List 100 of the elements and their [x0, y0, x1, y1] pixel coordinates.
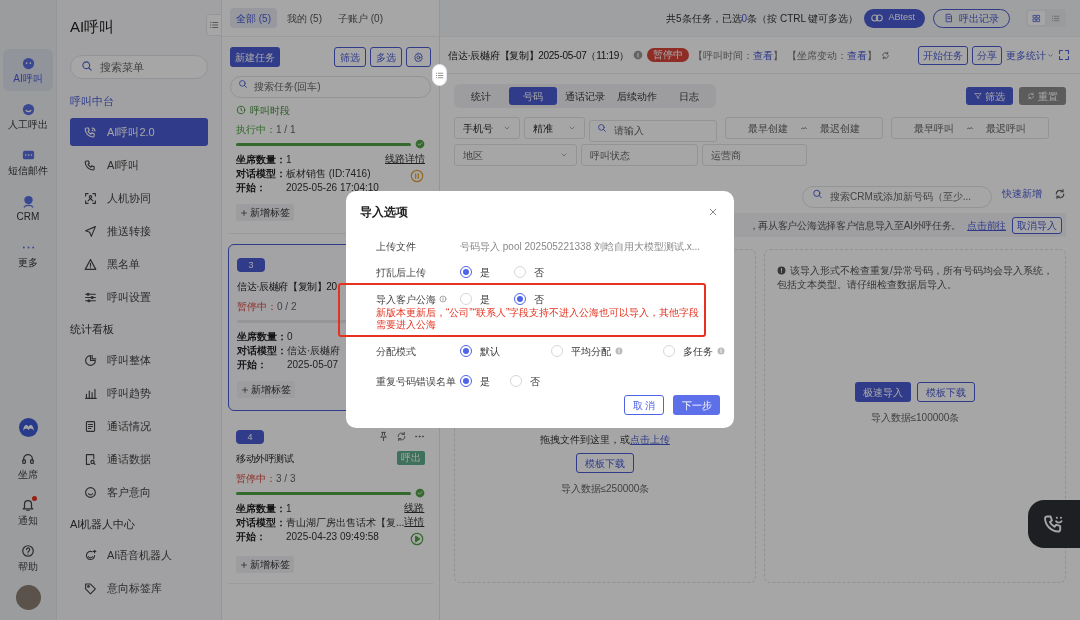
select-field[interactable]: 手机号	[454, 117, 520, 139]
upload-link[interactable]: 点击上传	[630, 434, 670, 445]
tab[interactable]: 日志	[665, 87, 713, 105]
menu-search-field[interactable]: 搜索菜单	[70, 55, 208, 79]
field-value: 信达·辰樾府	[287, 343, 341, 358]
rail-bottom-button[interactable]: 通知	[4, 491, 52, 533]
text-field[interactable]: 呼叫状态	[581, 144, 698, 166]
template-download-button[interactable]: 模板下载	[576, 453, 634, 473]
filter-tab[interactable]: 全部 (5)	[230, 8, 277, 28]
pin-icon[interactable]	[378, 431, 389, 442]
fast-import-button[interactable]: 极速导入	[855, 382, 911, 402]
field-value: 1	[286, 501, 292, 516]
radio-label[interactable]: 是	[480, 373, 490, 389]
text-field[interactable]: 运营商	[702, 144, 807, 166]
action-button[interactable]: 分享	[972, 45, 1002, 65]
radio-label[interactable]: 是	[480, 291, 490, 307]
multi-select-button[interactable]: 多选	[370, 47, 402, 67]
add-tag-button[interactable]: 新增标签	[237, 381, 295, 398]
field-label: 开始：	[236, 180, 267, 195]
rail-bottom-button[interactable]: 帮助	[4, 537, 52, 579]
collapse-button[interactable]	[206, 14, 222, 36]
bot-face-icon	[84, 548, 97, 562]
line-details-link[interactable]: 线路详情	[404, 501, 425, 529]
add-tag-button[interactable]: 新增标签	[236, 204, 294, 221]
menu-item[interactable]: AI语音机器人	[70, 541, 208, 569]
view-link[interactable]: 查看	[752, 47, 773, 63]
filter-button[interactable]: 筛选	[334, 47, 366, 67]
tab[interactable]: 后续动作	[613, 87, 661, 105]
radio-label[interactable]: 平均分配	[571, 343, 611, 359]
more-stats-button[interactable]: 更多统计	[1006, 47, 1054, 63]
settings-button[interactable]	[406, 47, 431, 67]
tab[interactable]: 号码	[509, 87, 557, 105]
date-range-field[interactable]: 最早呼叫 最迟呼叫	[891, 117, 1049, 139]
send-icon	[84, 224, 97, 238]
fullscreen-icon[interactable]	[1058, 49, 1070, 61]
task-search-field[interactable]: 搜索任务(回车)	[230, 75, 431, 98]
menu-item[interactable]: 呼叫趋势	[70, 379, 208, 407]
cancel-import-button[interactable]: 取消导入	[1012, 216, 1062, 234]
go-link[interactable]: 点击前往	[967, 219, 1006, 231]
abtest-button[interactable]: ABtest	[864, 8, 925, 28]
menu-item[interactable]: 客户意向	[70, 478, 208, 506]
radio-label[interactable]: 否	[530, 373, 540, 389]
refresh-icon[interactable]	[1054, 188, 1066, 200]
filter-button[interactable]: 筛选	[966, 87, 1013, 105]
menu-item[interactable]: 呼叫设置	[70, 283, 208, 311]
radio-label[interactable]: 多任务	[683, 343, 713, 359]
next-step-button[interactable]: 下一步	[673, 395, 720, 415]
template-download-button[interactable]: 模板下载	[917, 382, 975, 402]
radio-label[interactable]: 否	[534, 291, 544, 307]
menu-item[interactable]: 呼叫整体	[70, 346, 208, 374]
collapse-button[interactable]	[432, 64, 447, 86]
face-icon	[20, 102, 36, 117]
avatar[interactable]	[15, 585, 41, 610]
view-link[interactable]: 查看	[846, 47, 867, 63]
dialog-title: 导入选项	[360, 204, 408, 221]
refresh-icon[interactable]	[396, 431, 407, 442]
select-field[interactable]: 地区	[454, 144, 577, 166]
rail-nav-button[interactable]: 更多	[3, 233, 53, 275]
tab[interactable]: 统计	[457, 87, 505, 105]
filter-tab[interactable]: 我的 (5)	[281, 8, 328, 28]
quick-add-link[interactable]: 快速新增	[1002, 183, 1042, 205]
close-icon[interactable]	[708, 207, 718, 217]
action-button[interactable]: 开始任务	[918, 45, 968, 65]
menu-item[interactable]: AI呼叫2.0	[70, 118, 208, 146]
rail-bottom-button[interactable]: 坐席	[4, 445, 52, 487]
search-field[interactable]: 请输入	[589, 119, 717, 142]
tilde-icon	[800, 124, 808, 132]
menu-item[interactable]: AI呼叫	[70, 151, 208, 179]
menu-item[interactable]: 意向标签库	[70, 574, 208, 602]
rail-nav-button[interactable]: CRM	[3, 187, 53, 229]
add-tag-button[interactable]: 新增标签	[236, 556, 294, 573]
date-range-field[interactable]: 最早创建 最迟创建	[725, 117, 883, 139]
menu-item[interactable]: 黑名单	[70, 250, 208, 278]
radio-label[interactable]: 是	[480, 264, 490, 280]
pause-circle-icon[interactable]	[410, 169, 424, 183]
menu-item[interactable]: 推送转接	[70, 217, 208, 245]
menu-item[interactable]: 通话情况	[70, 412, 208, 440]
document-search-icon	[84, 452, 97, 466]
radio-label[interactable]: 默认	[480, 343, 500, 359]
cancel-button[interactable]: 取 消	[624, 395, 664, 415]
filter-tab[interactable]: 子账户 (0)	[332, 8, 389, 28]
field-value: 青山湖厂房出售话术【复...	[286, 515, 405, 530]
new-task-button[interactable]: 新建任务	[230, 47, 280, 67]
view-toggle-button[interactable]	[1028, 11, 1045, 25]
play-circle-icon[interactable]	[410, 532, 424, 546]
select-field[interactable]: 精准	[524, 117, 585, 139]
menu-item[interactable]: 通话数据	[70, 445, 208, 473]
rail-nav-button[interactable]: 短信邮件	[3, 141, 53, 183]
tab[interactable]: 通话记录	[561, 87, 609, 105]
bracket-text: 】	[866, 48, 877, 63]
rail-nav-button[interactable]: AI呼叫	[3, 49, 53, 91]
field-label: 坐席数量：	[236, 501, 286, 516]
radio-label[interactable]: 否	[534, 264, 544, 280]
menu-item[interactable]: 人机协同	[70, 184, 208, 212]
app-logo	[18, 418, 38, 437]
refresh-icon[interactable]	[880, 50, 890, 60]
rail-nav-button[interactable]: 人工呼出	[3, 95, 53, 137]
line-details-link[interactable]: 线路详情	[385, 152, 425, 166]
crm-search-field[interactable]: 搜索CRM或添加新号码（至少...	[802, 185, 992, 208]
phone-widget-button[interactable]	[1028, 500, 1080, 548]
